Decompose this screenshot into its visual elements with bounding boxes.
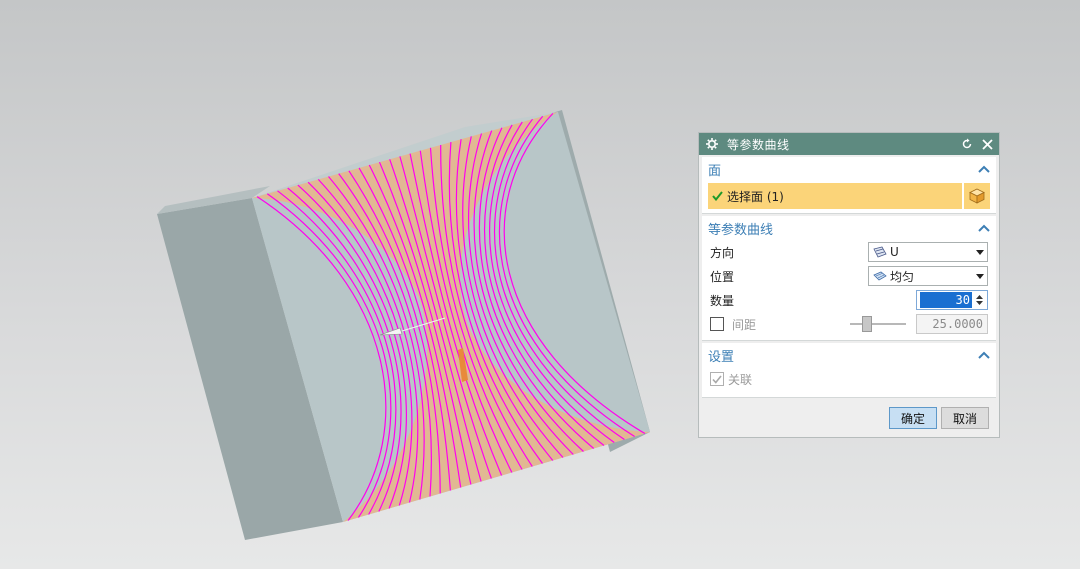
direction-label: 方向: [710, 245, 735, 260]
cube-icon[interactable]: [964, 183, 990, 209]
direction-row: 方向 U: [702, 240, 996, 264]
spacing-label: 间距: [732, 317, 757, 332]
spacing-slider[interactable]: [850, 314, 906, 334]
settings-section-title: 设置: [708, 349, 735, 365]
reset-icon[interactable]: [959, 136, 975, 152]
select-face-field[interactable]: 选择面 (1): [708, 183, 962, 209]
chevron-up-icon[interactable]: [978, 222, 990, 234]
count-row: 数量 30: [702, 288, 996, 312]
gear-icon[interactable]: [705, 137, 719, 151]
u-direction-icon: [873, 246, 887, 258]
stepper-arrows-icon[interactable]: [972, 294, 987, 306]
close-icon[interactable]: [979, 136, 995, 152]
spacing-checkbox[interactable]: [710, 317, 724, 331]
isoparametric-curve-dialog: 等参数曲线 面 选择面 (1) 等参数曲线 方向 U 位置 均匀 数量 30 间…: [698, 132, 1000, 438]
count-stepper[interactable]: 30: [916, 290, 988, 310]
settings-section: 设置 关联: [702, 343, 996, 398]
chevron-up-icon[interactable]: [978, 163, 990, 175]
dialog-footer: 确定 取消: [699, 407, 999, 433]
spacing-input[interactable]: 25.0000: [916, 314, 988, 334]
chevron-down-icon: [973, 273, 987, 279]
direction-dropdown[interactable]: U: [868, 242, 988, 262]
spacing-row: 间距 25.0000: [702, 312, 996, 336]
face-section-title: 面: [708, 163, 722, 179]
check-icon: [712, 190, 724, 202]
curve-section-title: 等参数曲线: [708, 222, 774, 238]
associative-row: 关联: [702, 367, 996, 391]
dialog-titlebar[interactable]: 等参数曲线: [699, 133, 999, 155]
position-label: 位置: [710, 269, 735, 284]
select-face-label: 选择面 (1): [727, 189, 784, 204]
count-label: 数量: [710, 293, 735, 308]
uniform-icon: [873, 270, 887, 282]
face-section-header[interactable]: 面: [702, 157, 996, 181]
curve-section-header[interactable]: 等参数曲线: [702, 216, 996, 240]
position-row: 位置 均匀: [702, 264, 996, 288]
chevron-up-icon[interactable]: [978, 349, 990, 361]
direction-value: U: [890, 245, 899, 259]
ok-button[interactable]: 确定: [889, 407, 937, 429]
face-section: 面 选择面 (1): [702, 157, 996, 214]
position-value: 均匀: [890, 269, 915, 284]
slider-thumb[interactable]: [862, 316, 872, 332]
slider-track: [850, 323, 906, 325]
curve-section: 等参数曲线 方向 U 位置 均匀 数量 30 间距 25.0000: [702, 216, 996, 341]
count-input[interactable]: 30: [920, 292, 972, 308]
settings-section-header[interactable]: 设置: [702, 343, 996, 367]
chevron-down-icon: [973, 249, 987, 255]
dialog-title: 等参数曲线: [727, 137, 790, 152]
select-face-row: 选择面 (1): [708, 183, 990, 209]
cancel-button[interactable]: 取消: [941, 407, 989, 429]
position-dropdown[interactable]: 均匀: [868, 266, 988, 286]
associative-checkbox[interactable]: [710, 372, 724, 386]
associative-label: 关联: [728, 372, 753, 387]
